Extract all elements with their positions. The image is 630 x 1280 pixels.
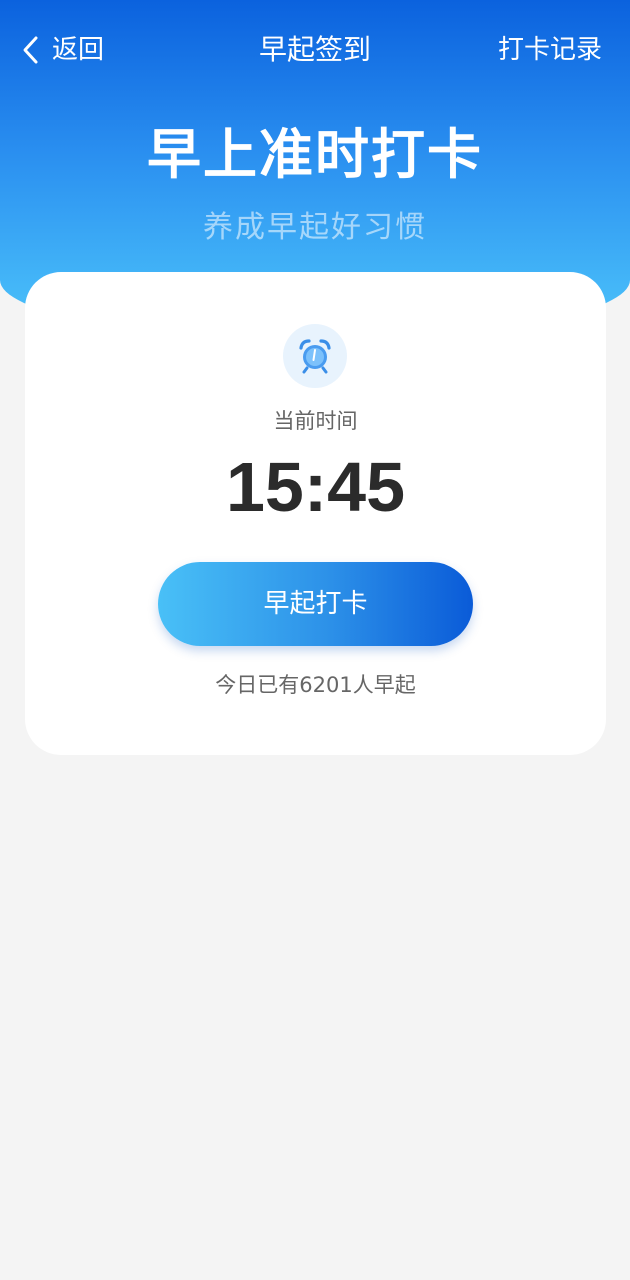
nav-bar: 返回 早起签到 打卡记录 (0, 0, 630, 100)
early-checkin-button[interactable]: 早起打卡 (158, 562, 473, 646)
checkin-records-button[interactable]: 打卡记录 (498, 30, 602, 70)
chevron-left-icon (23, 36, 38, 64)
today-count-text: 今日已有6201人早起 (215, 673, 416, 697)
back-label: 返回 (52, 35, 105, 65)
hero-title: 早上准时打卡 (147, 123, 483, 186)
back-button[interactable]: 返回 (20, 30, 104, 70)
current-time-value: 15:45 (225, 448, 406, 526)
current-time-label: 当前时间 (273, 409, 358, 433)
clock-badge (283, 324, 347, 388)
alarm-clock-icon (299, 339, 331, 374)
hero-subtitle: 养成早起好习惯 (203, 210, 427, 245)
checkin-card: 当前时间 15:45 早起打卡 今日已有6201人早起 (25, 272, 606, 755)
